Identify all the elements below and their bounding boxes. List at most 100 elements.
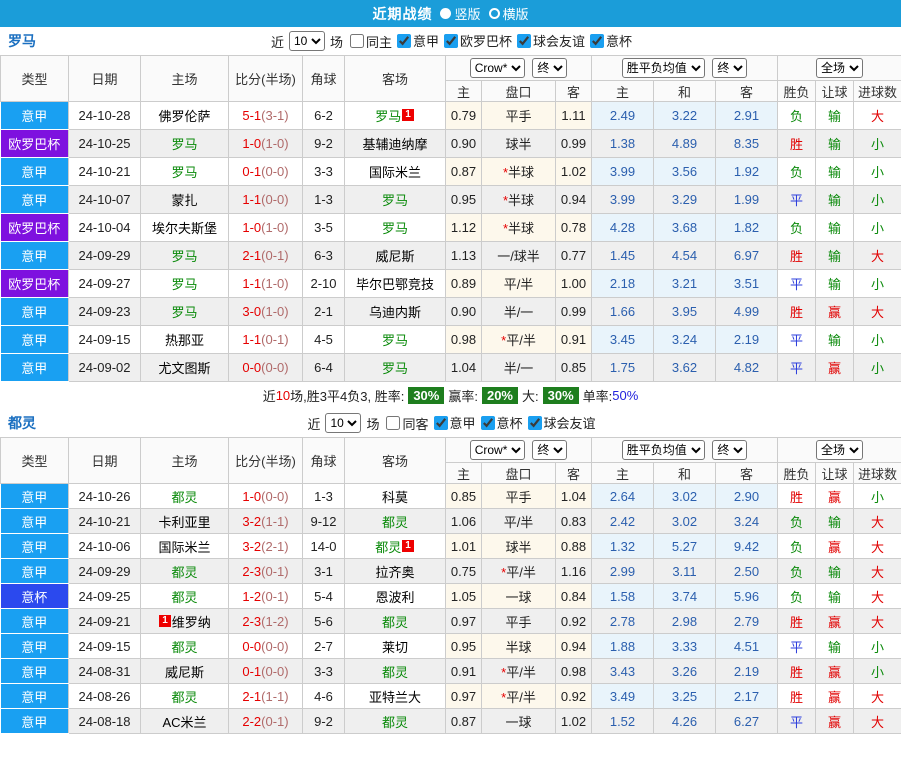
halftime-score: (0-0) [261, 192, 288, 207]
home-team-name[interactable]: 卡利亚里 [158, 515, 210, 530]
home-team-cell: 都灵 [141, 559, 229, 584]
away-team-name[interactable]: 科莫 [382, 490, 408, 505]
home-odds: 1.06 [446, 509, 482, 534]
odds-time-select[interactable]: 终 [532, 58, 567, 78]
away-team-name[interactable]: 拉齐奥 [375, 565, 414, 580]
away-team-name[interactable]: 都灵 [382, 665, 408, 680]
same-venue-checkbox[interactable]: 同客 [386, 414, 428, 433]
match-score: 5-1(3-1) [229, 102, 303, 130]
home-team-name[interactable]: 都灵 [171, 490, 197, 505]
home-team-name[interactable]: 都灵 [171, 590, 197, 605]
away-team-name[interactable]: 恩波利 [375, 590, 414, 605]
home-team-name[interactable]: AC米兰 [162, 715, 206, 730]
league-filter-checkbox-input[interactable] [397, 34, 411, 48]
away-team-name[interactable]: 都灵 [382, 715, 408, 730]
home-team-name[interactable]: 都灵 [171, 640, 197, 655]
home-team-name[interactable]: 维罗纳 [172, 615, 211, 630]
home-team-name[interactable]: 罗马 [171, 249, 197, 264]
match-row: 意甲24-09-02尤文图斯0-0(0-0)6-4罗马1.04半/一0.851.… [1, 354, 901, 382]
radio-unselected-icon[interactable] [489, 8, 500, 19]
scope-select[interactable]: 全场 [816, 58, 863, 78]
mean-time-select[interactable]: 终 [712, 58, 747, 78]
radio-selected-icon[interactable] [440, 8, 451, 19]
league-type-badge: 意甲 [1, 659, 69, 684]
home-team-name[interactable]: 都灵 [171, 565, 197, 580]
same-venue-checkbox-input[interactable] [350, 34, 364, 48]
league-filter-label: 球会友谊 [533, 31, 585, 50]
same-venue-checkbox-input[interactable] [386, 416, 400, 430]
league-filter-checkbox-input[interactable] [528, 416, 542, 430]
radio-label[interactable]: 横版 [503, 4, 529, 23]
away-team-name[interactable]: 毕尔巴鄂竞技 [356, 277, 434, 292]
odds-company-select[interactable]: Crow* [470, 440, 525, 460]
fulltime-score: 1-1 [242, 192, 261, 207]
home-team-name[interactable]: 热那亚 [165, 333, 204, 348]
mean-home: 1.88 [592, 634, 654, 659]
away-team-name[interactable]: 国际米兰 [369, 165, 421, 180]
home-team-name[interactable]: 威尼斯 [165, 665, 204, 680]
away-team-name[interactable]: 乌迪内斯 [369, 305, 421, 320]
league-filter-checkbox[interactable]: 球会友谊 [517, 31, 585, 50]
handicap-line: 球半 [482, 534, 556, 559]
away-team-name[interactable]: 都灵 [382, 515, 408, 530]
league-filter-checkbox[interactable]: 球会友谊 [528, 413, 596, 432]
match-count-select[interactable]: 10 [289, 31, 325, 51]
result-goals: 小 [854, 326, 901, 354]
league-filter-checkbox[interactable]: 意杯 [590, 31, 632, 50]
match-row: 意甲24-10-06国际米兰3-2(2-1)14-0都灵11.01球半0.881… [1, 534, 901, 559]
away-team-name[interactable]: 莱切 [382, 640, 408, 655]
odds-time-select[interactable]: 终 [532, 440, 567, 460]
halftime-score: (1-0) [261, 220, 288, 235]
away-team-name[interactable]: 亚特兰大 [369, 690, 421, 705]
result-outcome: 平 [778, 709, 816, 734]
mean-home: 2.99 [592, 559, 654, 584]
handicap-line: *平/半 [482, 684, 556, 709]
league-type-badge: 意甲 [1, 158, 69, 186]
layout-radio-horizontal[interactable]: 横版 [489, 4, 529, 23]
mean-type-select[interactable]: 胜平负均值 [622, 58, 705, 78]
match-row: 意甲24-09-211维罗纳2-3(1-2)5-6都灵0.97平手0.922.7… [1, 609, 901, 634]
home-team-name[interactable]: 罗马 [171, 277, 197, 292]
same-venue-checkbox[interactable]: 同主 [350, 32, 392, 51]
layout-radio-vertical[interactable]: 竖版 [440, 4, 480, 23]
away-team-name[interactable]: 威尼斯 [375, 249, 414, 264]
mean-time-select[interactable]: 终 [712, 440, 747, 460]
match-date: 24-08-31 [69, 659, 141, 684]
away-team-name[interactable]: 都灵 [375, 540, 401, 555]
match-count-select[interactable]: 10 [325, 413, 361, 433]
mean-type-select[interactable]: 胜平负均值 [622, 440, 705, 460]
home-team-name[interactable]: 都灵 [171, 690, 197, 705]
league-filter-checkbox[interactable]: 意甲 [434, 413, 476, 432]
home-team-name[interactable]: 佛罗伦萨 [158, 109, 210, 124]
league-filter-checkbox[interactable]: 欧罗巴杯 [444, 31, 512, 50]
league-filter-checkbox-input[interactable] [517, 34, 531, 48]
scope-select[interactable]: 全场 [816, 440, 863, 460]
home-team-name[interactable]: 尤文图斯 [158, 361, 210, 376]
away-team-name[interactable]: 基辅迪纳摩 [362, 137, 427, 152]
corner-count: 14-0 [303, 534, 345, 559]
league-filter-checkbox-input[interactable] [434, 416, 448, 430]
away-team-name[interactable]: 罗马 [382, 193, 408, 208]
mean-home: 2.78 [592, 609, 654, 634]
mean-home: 1.58 [592, 584, 654, 609]
away-team-name[interactable]: 罗马 [382, 221, 408, 236]
home-team-name[interactable]: 罗马 [171, 137, 197, 152]
league-filter-checkbox[interactable]: 意杯 [481, 413, 523, 432]
league-filter-checkbox-input[interactable] [444, 34, 458, 48]
home-team-name[interactable]: 罗马 [171, 305, 197, 320]
fulltime-score: 2-3 [242, 564, 261, 579]
home-team-name[interactable]: 国际米兰 [158, 540, 210, 555]
league-filter-checkbox[interactable]: 意甲 [397, 31, 439, 50]
home-team-name[interactable]: 罗马 [171, 165, 197, 180]
league-filter-checkbox-input[interactable] [481, 416, 495, 430]
home-team-name[interactable]: 埃尔夫斯堡 [152, 221, 217, 236]
away-team-name[interactable]: 罗马 [375, 109, 401, 124]
result-outcome: 平 [778, 270, 816, 298]
away-team-name[interactable]: 罗马 [382, 333, 408, 348]
radio-label[interactable]: 竖版 [454, 4, 480, 23]
away-team-name[interactable]: 罗马 [382, 361, 408, 376]
league-filter-checkbox-input[interactable] [590, 34, 604, 48]
home-team-name[interactable]: 蒙扎 [171, 193, 197, 208]
away-team-name[interactable]: 都灵 [382, 615, 408, 630]
odds-company-select[interactable]: Crow* [470, 58, 525, 78]
